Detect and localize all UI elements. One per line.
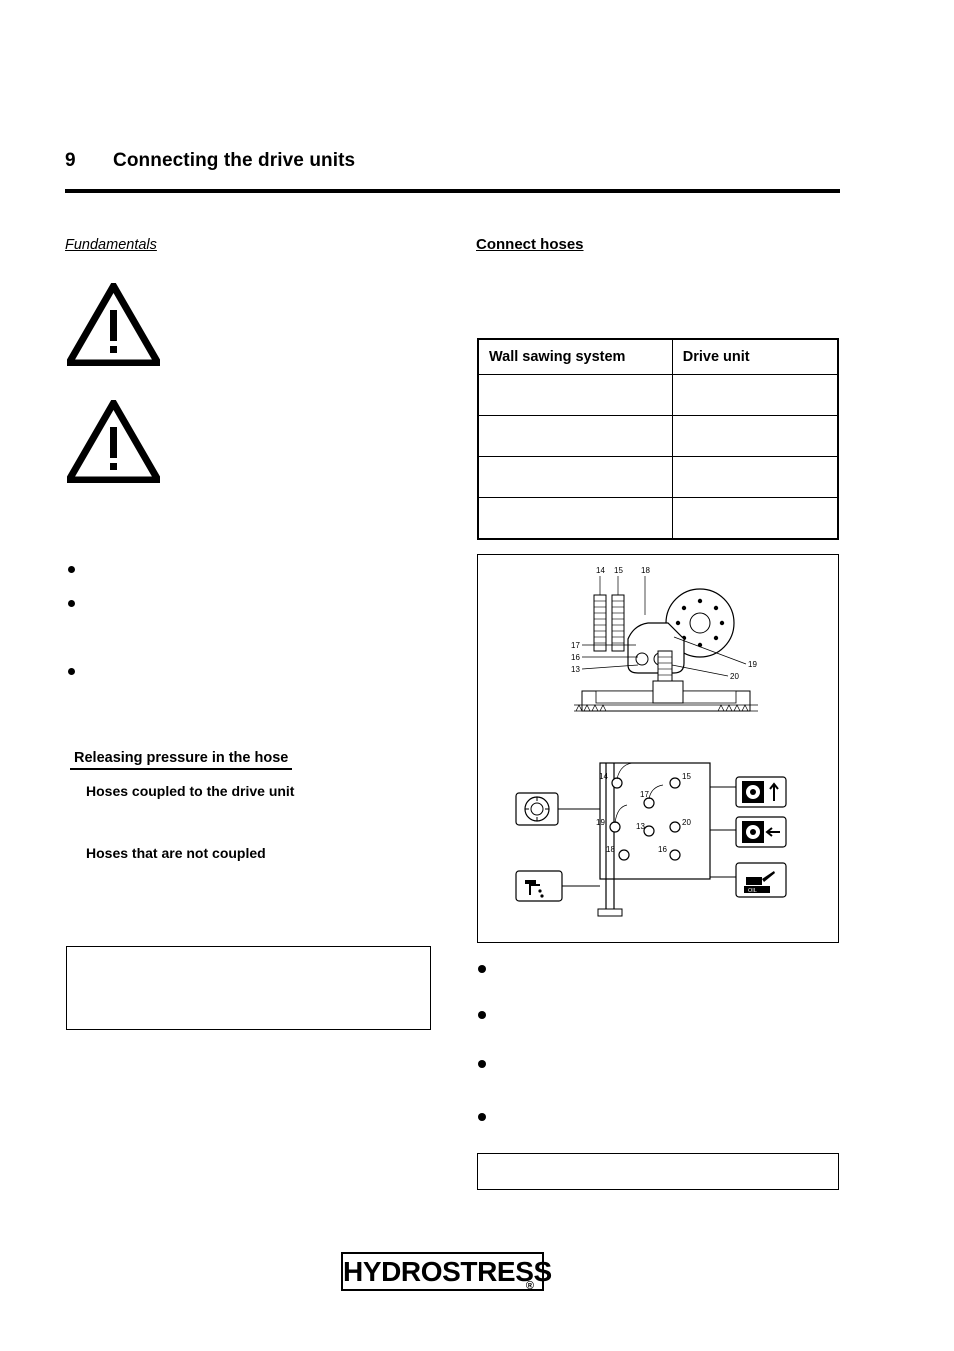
table-cell (671, 497, 839, 540)
table-header-drive-unit: Drive unit (671, 338, 839, 375)
oil-label: OIL (748, 888, 757, 894)
page-header: 9 Connecting the drive units (65, 150, 840, 172)
callout-13: 13 (571, 665, 580, 674)
callout-15-panel: 15 (682, 772, 691, 781)
table-cell (477, 415, 673, 457)
table-header-row: Wall sawing system Drive unit (477, 338, 839, 375)
connect-hoses-label: Connect hoses (476, 236, 584, 253)
hoses-coupled-label: Hoses coupled to the drive unit (86, 783, 295, 799)
hydrostress-logo: HYDROSTRESS ® (341, 1252, 552, 1292)
table-row (477, 497, 839, 540)
diagram-svg: 14 15 18 17 16 13 19 20 14 15 17 19 13 2… (515, 566, 787, 917)
list-item-bullet (478, 1011, 486, 1019)
table-header-wall-sawing-system: Wall sawing system (477, 338, 673, 375)
table-cell (671, 415, 839, 457)
list-item-bullet (68, 668, 75, 675)
list-item-bullet (478, 965, 486, 973)
right-column: Connect hoses (476, 236, 840, 254)
page-title: Connecting the drive units (113, 150, 356, 171)
table-row (477, 415, 839, 457)
list-item-bullet (478, 1113, 486, 1121)
table-cell (671, 374, 839, 416)
table-cell (477, 456, 673, 498)
list-item-bullet (68, 566, 75, 573)
callout-17-panel: 17 (640, 790, 649, 799)
header-divider (65, 189, 840, 193)
logo-text: HYDROSTRESS (343, 1256, 552, 1287)
table-row (477, 374, 839, 416)
wall-sawing-table: Wall sawing system Drive unit (477, 338, 839, 540)
callout-18: 18 (641, 566, 650, 575)
list-item-bullet (68, 600, 75, 607)
connection-diagram-figure: 14 15 18 17 16 13 19 20 14 15 17 19 13 2… (477, 554, 839, 943)
callout-18-panel: 18 (606, 845, 615, 854)
callout-19-panel: 19 (596, 818, 605, 827)
registered-trademark: ® (525, 1280, 534, 1292)
note-box-right (477, 1153, 839, 1190)
table-cell (477, 497, 673, 540)
callout-19: 19 (748, 660, 757, 669)
fundamentals-label: Fundamentals (65, 237, 157, 253)
table-cell (671, 456, 839, 498)
callout-15: 15 (614, 566, 623, 575)
warning-triangle-2 (67, 400, 160, 483)
warning-icon (67, 400, 160, 483)
callout-14: 14 (596, 566, 605, 575)
hoses-not-coupled-label: Hoses that are not coupled (86, 845, 266, 861)
table-cell (477, 374, 673, 416)
callout-20: 20 (730, 672, 739, 681)
note-box-left (66, 946, 431, 1030)
callout-14-panel: 14 (599, 772, 608, 781)
table-row (477, 456, 839, 498)
callout-16: 16 (571, 653, 580, 662)
warning-triangle-1 (67, 283, 160, 366)
chapter-number: 9 (65, 150, 76, 171)
warning-icon (67, 283, 160, 366)
list-item-bullet (478, 1060, 486, 1068)
releasing-pressure-heading: Releasing pressure in the hose (70, 750, 293, 770)
callout-13-panel: 13 (636, 822, 645, 831)
callout-20-panel: 20 (682, 818, 691, 827)
callout-17: 17 (571, 641, 580, 650)
callout-16-panel: 16 (658, 845, 667, 854)
chapter-heading: 9 Connecting the drive units (65, 150, 840, 172)
left-column: Fundamentals (65, 236, 435, 254)
